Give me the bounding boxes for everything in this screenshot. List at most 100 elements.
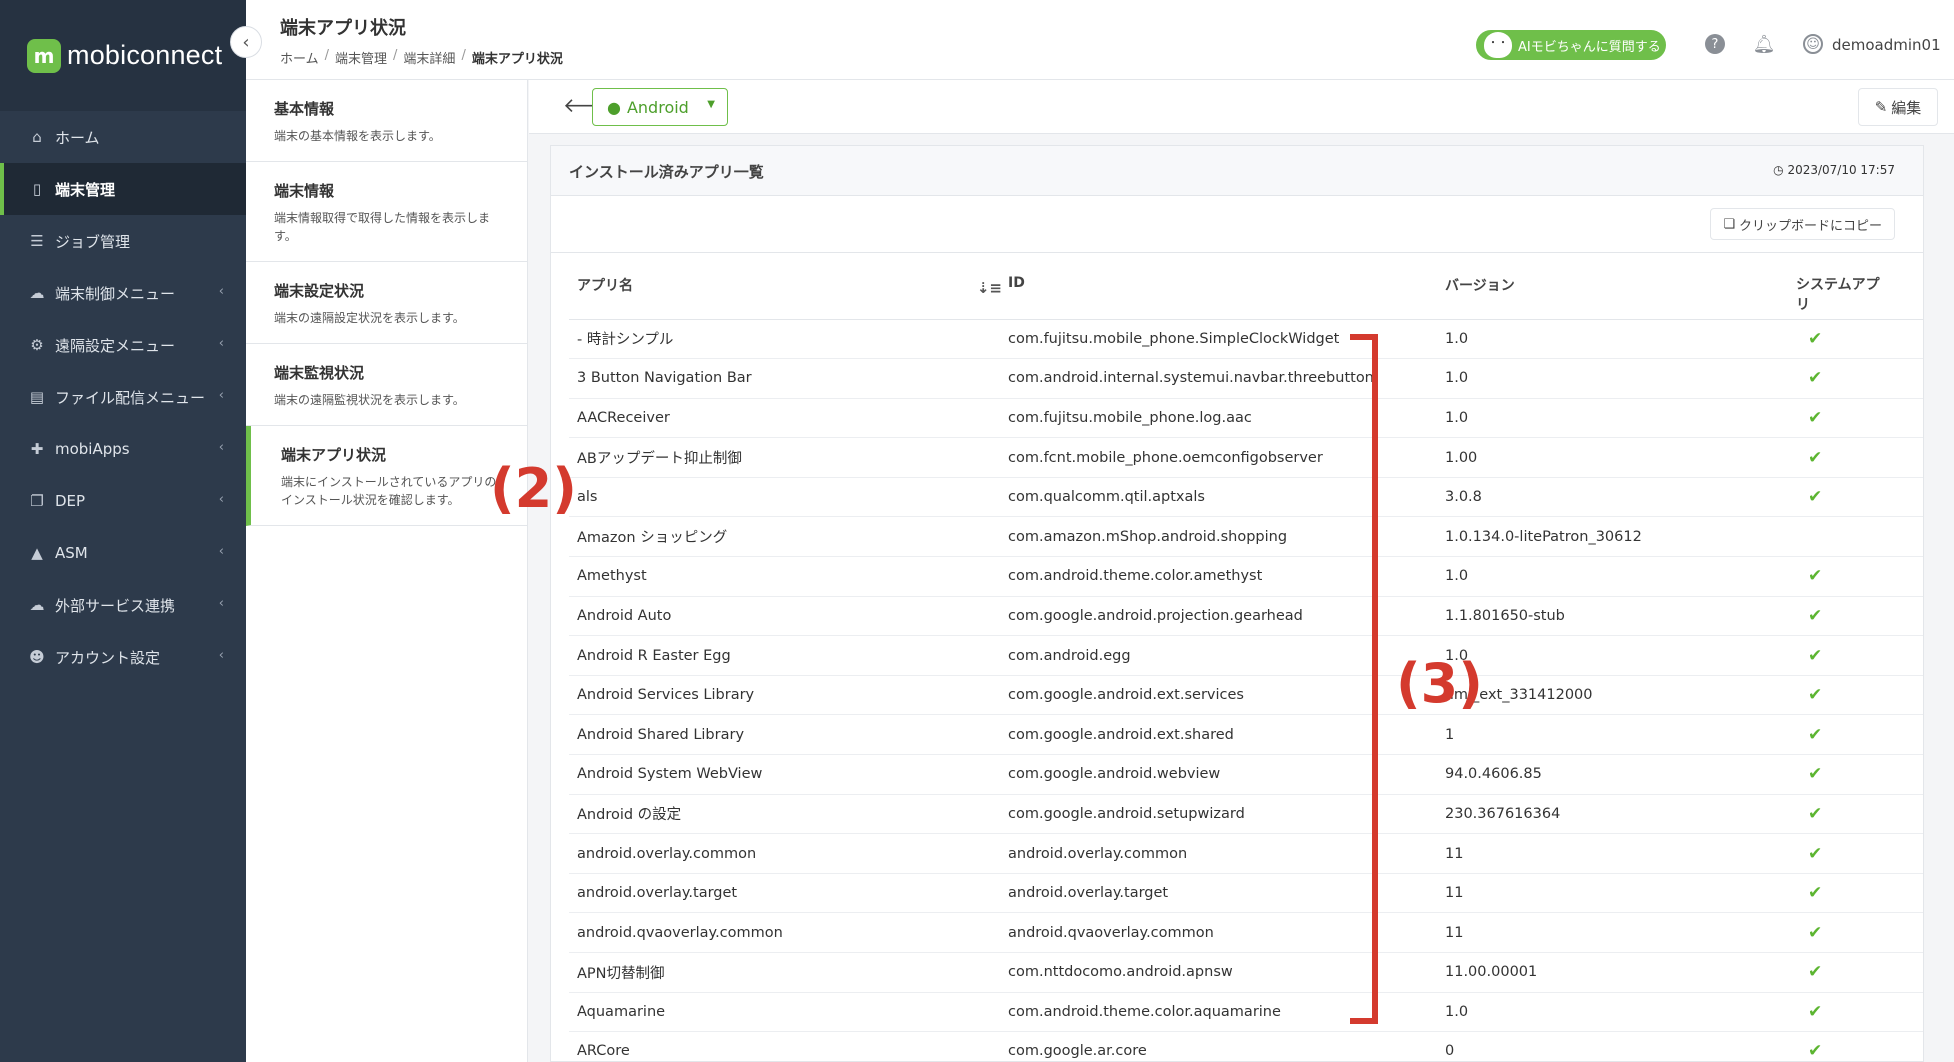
sidebar-item-label: ASM bbox=[55, 544, 88, 562]
sidebar-item-6[interactable]: ✚ mobiApps ‹ bbox=[0, 423, 246, 475]
table-row[interactable]: ARCore com.google.ar.core 0 ✔ bbox=[569, 1031, 1923, 1062]
breadcrumb-device-detail[interactable]: 端末詳細 bbox=[403, 48, 455, 67]
subnav-item-4[interactable]: 端末アプリ状況 端末にインストールされているアプリのインストール状況を確認します。 bbox=[246, 426, 527, 526]
mobi-mascot-icon: ・・ bbox=[1482, 30, 1514, 60]
table-row[interactable]: android.overlay.target android.overlay.ta… bbox=[569, 873, 1923, 914]
sidebar-item-label: 外部サービス連携 bbox=[55, 596, 176, 615]
puzzle-icon: ✚ bbox=[30, 440, 44, 458]
table-row[interactable]: als com.qualcomm.qtil.aptxals 3.0.8 ✔ bbox=[569, 477, 1923, 518]
app-id-cell: com.google.android.projection.gearhead bbox=[1008, 596, 1445, 637]
sidebar-item-5[interactable]: ▤ ファイル配信メニュー ‹ bbox=[0, 371, 246, 423]
sidebar-item-4[interactable]: ⚙ 遠隔設定メニュー ‹ bbox=[0, 319, 246, 371]
check-icon: ✔ bbox=[1808, 1041, 1823, 1062]
edit-button-label: 編集 bbox=[1891, 98, 1922, 117]
app-name-cell: Android System WebView bbox=[569, 754, 1008, 795]
table-row[interactable]: Android Services Library com.google.andro… bbox=[569, 675, 1923, 716]
android-icon: ● bbox=[607, 97, 621, 117]
sidebar-collapse-button[interactable]: ‹ bbox=[230, 26, 262, 58]
app-id-cell: com.nttdocomo.android.apnsw bbox=[1008, 952, 1445, 993]
table-row[interactable]: - 時計シンプル com.fujitsu.mobile_phone.SimpleC… bbox=[569, 319, 1923, 360]
table-row[interactable]: Aquamarine com.android.theme.color.aquama… bbox=[569, 992, 1923, 1033]
sidebar-item-7[interactable]: ❐ DEP ‹ bbox=[0, 475, 246, 527]
user-avatar-icon[interactable]: ☺ bbox=[1803, 34, 1823, 54]
check-icon: ✔ bbox=[1808, 566, 1823, 587]
chevron-left-icon: ‹ bbox=[218, 388, 224, 403]
file-icon: ▤ bbox=[29, 388, 45, 406]
app-version-cell: 1.0 bbox=[1445, 992, 1796, 1033]
sidebar-item-3[interactable]: ☁ 端末制御メニュー ‹ bbox=[0, 267, 246, 319]
breadcrumb-separator: / bbox=[324, 48, 330, 63]
sort-icon[interactable]: ⇣≡ bbox=[977, 279, 1002, 297]
app-version-cell: 0 bbox=[1445, 1031, 1796, 1061]
app-id-cell: com.android.egg bbox=[1008, 635, 1445, 676]
table-row[interactable]: Android R Easter Egg com.android.egg 1.0 ✔ bbox=[569, 635, 1923, 676]
column-header-id[interactable]: ID bbox=[1008, 253, 1445, 320]
table-row[interactable]: Android System WebView com.google.android… bbox=[569, 754, 1923, 795]
chevron-left-icon: ‹ bbox=[218, 440, 224, 455]
app-id-cell: com.qualcomm.qtil.aptxals bbox=[1008, 477, 1445, 518]
check-icon: ✔ bbox=[1808, 724, 1823, 745]
table-row[interactable]: Android の設定 com.google.android.setupwizar… bbox=[569, 794, 1923, 835]
breadcrumb-device-management[interactable]: 端末管理 bbox=[335, 48, 387, 67]
edit-button[interactable]: ✎ 編集 bbox=[1858, 88, 1938, 126]
subnav-item-1[interactable]: 端末情報 端末情報取得で取得した情報を表示します。 bbox=[246, 162, 527, 262]
app-id-cell: com.google.android.ext.shared bbox=[1008, 714, 1445, 756]
clipboard-icon: ❏ bbox=[1723, 216, 1735, 232]
column-header-app-name[interactable]: アプリ名 ⇣≡ bbox=[569, 253, 1008, 320]
ai-mobi-chat-button[interactable]: ・・ AIモビちゃんに質問する bbox=[1476, 30, 1666, 60]
app-name-cell: 3 Button Navigation Bar bbox=[569, 358, 1008, 399]
app-name-cell: ARCore bbox=[569, 1031, 1008, 1061]
sidebar-item-label: DEP bbox=[55, 492, 86, 510]
system-app-cell: ✔ bbox=[1796, 1031, 1923, 1062]
help-icon[interactable]: ? bbox=[1705, 34, 1725, 54]
subnav-item-0[interactable]: 基本情報 端末の基本情報を表示します。 bbox=[246, 80, 527, 162]
os-select[interactable]: ● Android ▼ bbox=[592, 88, 728, 126]
table-row[interactable]: Amethyst com.android.theme.color.amethyst… bbox=[569, 556, 1923, 597]
sidebar-item-10[interactable]: ☻ アカウント設定 ‹ bbox=[0, 631, 246, 683]
app-name-cell: android.overlay.target bbox=[569, 873, 1008, 914]
table-row[interactable]: APN切替制御 com.nttdocomo.android.apnsw 11.00.… bbox=[569, 952, 1923, 993]
app-id-cell: com.google.android.ext.services bbox=[1008, 675, 1445, 716]
app-id-cell: android.qvaoverlay.common bbox=[1008, 912, 1445, 953]
table-row[interactable]: ABアップデート抑止制御 com.fcnt.mobile_phone.oemcon… bbox=[569, 437, 1923, 478]
table-row[interactable]: 3 Button Navigation Bar com.android.inter… bbox=[569, 358, 1923, 399]
app-name-cell: Android の設定 bbox=[569, 794, 1008, 835]
annotation-label-2: (2) bbox=[490, 457, 577, 520]
system-app-cell: ✔ bbox=[1796, 358, 1923, 399]
user-name[interactable]: demoadmin01 bbox=[1832, 36, 1941, 54]
copy-row: ❏ クリップボードにコピー bbox=[551, 196, 1923, 253]
sidebar-item-2[interactable]: ☰ ジョブ管理 bbox=[0, 215, 246, 267]
sidebar-item-8[interactable]: ▲ ASM ‹ bbox=[0, 527, 246, 579]
table-row[interactable]: AACReceiver com.fujitsu.mobile_phone.log.… bbox=[569, 398, 1923, 439]
brand[interactable]: m mobiconnect bbox=[0, 0, 246, 111]
check-icon: ✔ bbox=[1808, 447, 1823, 468]
table-row[interactable]: android.qvaoverlay.common android.qvaover… bbox=[569, 912, 1923, 953]
sidebar-item-label: 端末制御メニュー bbox=[55, 284, 176, 303]
app-version-cell: 3.0.8 bbox=[1445, 477, 1796, 518]
subnav-item-3[interactable]: 端末監視状況 端末の遠隔監視状況を表示します。 bbox=[246, 344, 527, 426]
system-app-cell: ✔ bbox=[1796, 754, 1923, 795]
table-row[interactable]: Android Shared Library com.google.android… bbox=[569, 714, 1923, 756]
sidebar-item-9[interactable]: ☁ 外部サービス連携 ‹ bbox=[0, 579, 246, 631]
column-header-system-app[interactable]: システムアプリ bbox=[1796, 253, 1923, 320]
app-id-cell: com.android.theme.color.amethyst bbox=[1008, 556, 1445, 597]
table-row[interactable]: Android Auto com.google.android.projectio… bbox=[569, 596, 1923, 637]
subnav-item-2[interactable]: 端末設定状況 端末の遠隔設定状況を表示します。 bbox=[246, 262, 527, 344]
table-row[interactable]: android.overlay.common android.overlay.co… bbox=[569, 833, 1923, 874]
bell-icon[interactable]: 🔔︎ bbox=[1753, 34, 1776, 55]
apps-table: アプリ名 ⇣≡ ID バージョン システムアプリ - 時計シンプル com.fuj… bbox=[569, 253, 1923, 1062]
sidebar: m mobiconnect ⌂ ホーム ▯ 端末管理 ☰ ジョブ管理 ☁ 端末制御メニュー ‹ ⚙… bbox=[0, 0, 246, 1062]
sidebar-item-label: ジョブ管理 bbox=[55, 232, 131, 251]
app-name-cell: Android Auto bbox=[569, 596, 1008, 637]
copy-to-clipboard-button[interactable]: ❏ クリップボードにコピー bbox=[1710, 208, 1895, 240]
system-app-cell: ✔ bbox=[1796, 319, 1923, 360]
app-version-cell: 1.0 bbox=[1445, 635, 1796, 676]
sidebar-item-0[interactable]: ⌂ ホーム bbox=[0, 111, 246, 163]
column-header-version[interactable]: バージョン bbox=[1445, 253, 1796, 320]
breadcrumb-separator: / bbox=[461, 48, 466, 63]
breadcrumb-home[interactable]: ホーム bbox=[280, 48, 319, 67]
sidebar-item-1[interactable]: ▯ 端末管理 bbox=[0, 163, 246, 215]
table-row[interactable]: Amazon ショッピング com.amazon.mShop.android.sh… bbox=[569, 516, 1923, 558]
app-version-cell: 11.00.00001 bbox=[1445, 952, 1796, 993]
cogs-icon: ⚙ bbox=[30, 336, 44, 354]
